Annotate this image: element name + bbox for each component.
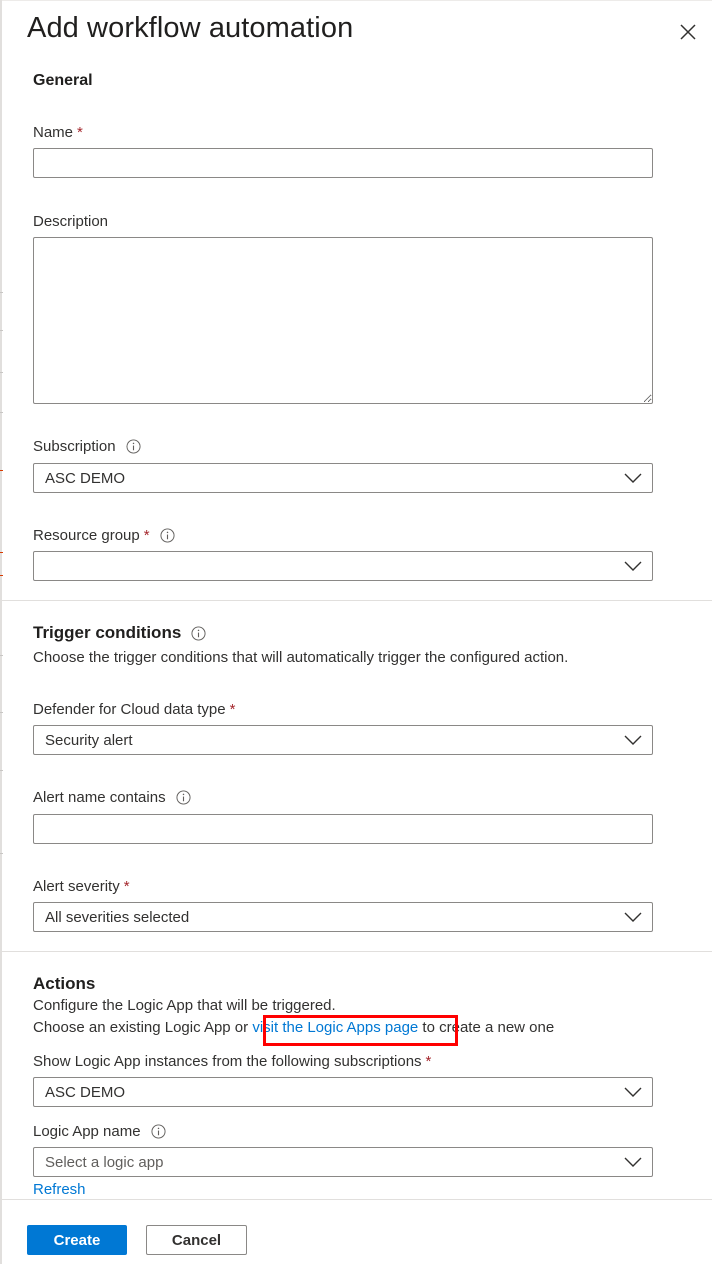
- name-input[interactable]: [33, 148, 653, 178]
- left-edge-tick: [0, 292, 3, 293]
- data-type-dropdown[interactable]: Security alert: [33, 725, 653, 755]
- data-type-label-text: Defender for Cloud data type: [33, 701, 226, 718]
- required-marker: *: [425, 1053, 432, 1070]
- chevron-down-icon: [624, 911, 642, 923]
- left-edge-tick: [0, 470, 3, 471]
- subscription-label-text: Subscription: [33, 438, 116, 455]
- subscription-dropdown[interactable]: ASC DEMO: [33, 463, 653, 493]
- refresh-link[interactable]: Refresh: [33, 1181, 86, 1198]
- logic-app-dropdown[interactable]: Select a logic app: [33, 1147, 653, 1177]
- left-edge-tick: [0, 552, 3, 553]
- alert-name-label: Alert name contains: [33, 789, 191, 806]
- chevron-down-icon: [624, 734, 642, 746]
- description-textarea[interactable]: [33, 237, 653, 404]
- trigger-heading: Trigger conditions: [33, 623, 206, 643]
- left-edge-tick: [0, 853, 3, 854]
- panel-left-border: [0, 0, 2, 1264]
- required-marker: *: [77, 124, 83, 141]
- severity-dropdown[interactable]: All severities selected: [33, 902, 653, 932]
- section-divider: [2, 600, 712, 601]
- info-icon[interactable]: [191, 625, 206, 641]
- data-type-value: Security alert: [45, 732, 133, 749]
- logic-app-name-label: Logic App name: [33, 1123, 166, 1140]
- left-edge-tick: [0, 412, 3, 413]
- chevron-down-icon: [624, 1156, 642, 1168]
- name-label-text: Name: [33, 124, 74, 141]
- trigger-description: Choose the trigger conditions that will …: [33, 649, 569, 666]
- severity-label-text: Alert severity: [33, 878, 120, 895]
- left-edge-tick: [0, 655, 3, 656]
- subscriptions-filter-label-text: Show Logic App instances from the follow…: [33, 1053, 422, 1070]
- chevron-down-icon: [624, 1086, 642, 1098]
- panel-title: Add workflow automation: [27, 12, 354, 44]
- general-heading: General: [33, 72, 93, 89]
- top-border: [0, 0, 712, 1]
- chevron-down-icon: [624, 472, 642, 484]
- severity-value: All severities selected: [45, 909, 190, 926]
- required-marker: *: [229, 701, 236, 718]
- logic-app-name-label-text: Logic App name: [33, 1123, 141, 1140]
- description-label-text: Description: [33, 213, 109, 230]
- severity-label: Alert severity *: [33, 878, 130, 895]
- info-icon[interactable]: [160, 528, 175, 543]
- actions-line2-prefix: Choose an existing Logic App or: [33, 1019, 253, 1036]
- subscriptions-filter-label: Show Logic App instances from the follow…: [33, 1053, 431, 1070]
- create-button[interactable]: Create: [27, 1225, 127, 1255]
- general-heading-clip: General: [33, 62, 233, 90]
- left-edge-tick: [0, 372, 3, 373]
- left-edge-tick: [0, 712, 3, 713]
- info-icon[interactable]: [126, 439, 141, 454]
- info-icon[interactable]: [176, 790, 191, 805]
- required-marker: *: [123, 878, 130, 895]
- resource-group-label: Resource group *: [33, 527, 175, 544]
- name-label: Name *: [33, 124, 83, 141]
- actions-heading-text: Actions: [33, 974, 96, 993]
- subscription-label: Subscription: [33, 438, 141, 455]
- subscriptions-filter-value: ASC DEMO: [45, 1084, 126, 1101]
- info-icon[interactable]: [151, 1124, 166, 1139]
- resource-group-label-text: Resource group: [33, 527, 140, 544]
- cancel-button[interactable]: Cancel: [146, 1225, 247, 1255]
- left-edge-tick: [0, 575, 3, 576]
- alert-name-label-text: Alert name contains: [33, 789, 166, 806]
- required-marker: *: [143, 527, 150, 544]
- subscription-value: ASC DEMO: [45, 470, 126, 487]
- actions-description-line1: Configure the Logic App that will be tri…: [33, 997, 336, 1014]
- left-edge-tick: [0, 770, 3, 771]
- description-label: Description: [33, 213, 108, 230]
- close-icon[interactable]: [676, 20, 700, 44]
- link-highlight-box: [263, 1015, 458, 1046]
- trigger-heading-text: Trigger conditions: [33, 623, 182, 642]
- logic-app-placeholder: Select a logic app: [45, 1154, 164, 1171]
- resource-group-dropdown[interactable]: [33, 551, 653, 581]
- footer-divider: [2, 1199, 712, 1200]
- subscriptions-filter-dropdown[interactable]: ASC DEMO: [33, 1077, 653, 1107]
- left-edge-tick: [0, 330, 3, 331]
- chevron-down-icon: [624, 560, 642, 572]
- data-type-label: Defender for Cloud data type *: [33, 701, 235, 718]
- alert-name-input[interactable]: [33, 814, 653, 844]
- section-divider: [2, 951, 712, 952]
- actions-heading: Actions: [33, 974, 95, 994]
